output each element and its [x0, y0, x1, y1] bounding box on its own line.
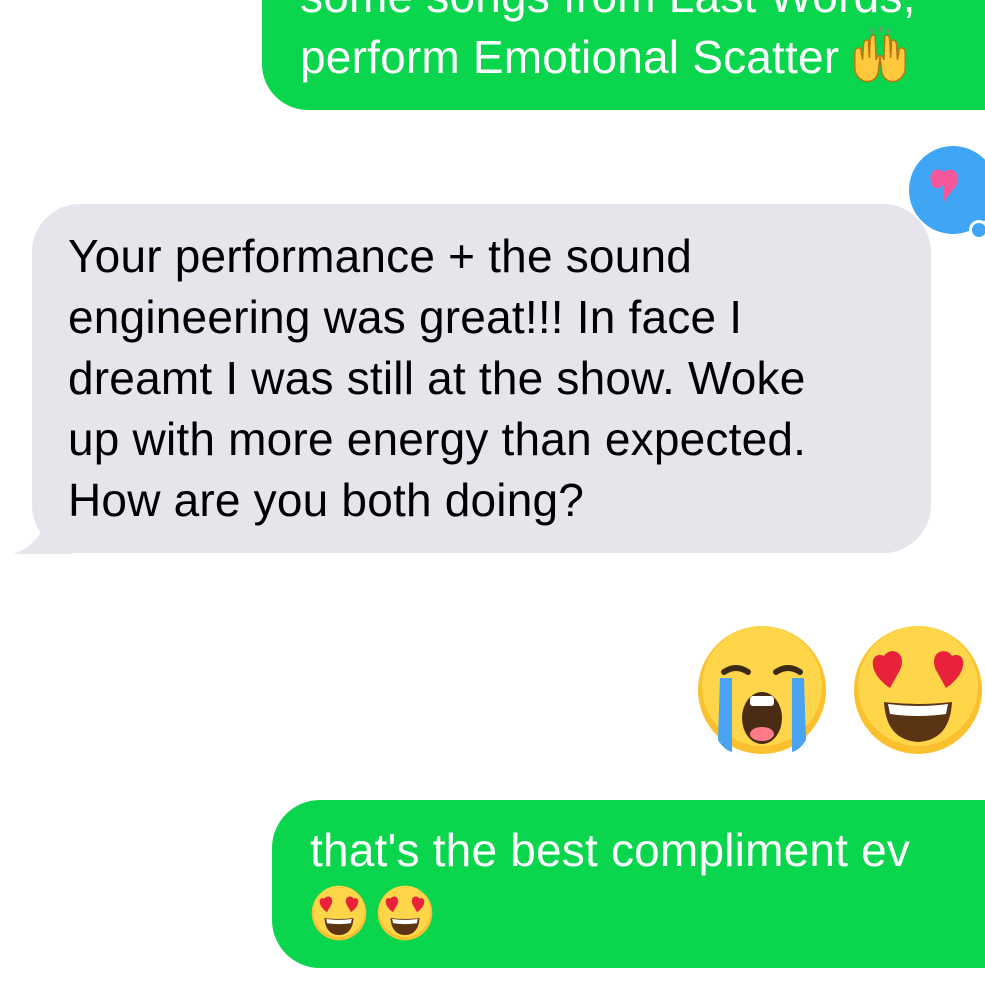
heart-eyes-emoji-icon — [311, 885, 367, 941]
message-line: up with more energy than expected. — [68, 413, 807, 465]
sent-message-bubble[interactable]: some songs from Last Words, perform Emot… — [262, 0, 985, 110]
received-message-bubble[interactable]: Your performance + the sound engineering… — [32, 204, 931, 553]
emoji-only-message[interactable] — [694, 622, 985, 758]
message-line-text: perform Emotional Scatter — [300, 31, 840, 83]
message-line: dreamt I was still at the show. Woke — [68, 352, 806, 404]
message-line: How are you both doing? — [68, 474, 585, 526]
heart-eyes-emoji-icon — [854, 626, 982, 754]
message-line: perform Emotional Scatter — [300, 25, 985, 88]
sent-message-bubble[interactable]: that's the best compliment ev — [272, 800, 985, 968]
loudly-crying-face-emoji-icon — [698, 626, 826, 754]
message-line: Your performance + the sound — [68, 230, 693, 282]
raising-hands-emoji-icon — [854, 25, 907, 83]
message-line: engineering was great!!! In face I — [68, 291, 743, 343]
heart-eyes-emoji-icon — [377, 885, 433, 941]
conversation-view: some songs from Last Words, perform Emot… — [0, 0, 985, 985]
message-line: that's the best compliment ev — [310, 824, 911, 876]
message-line: some songs from Last Words, — [300, 0, 985, 27]
emoji-line — [310, 881, 985, 942]
